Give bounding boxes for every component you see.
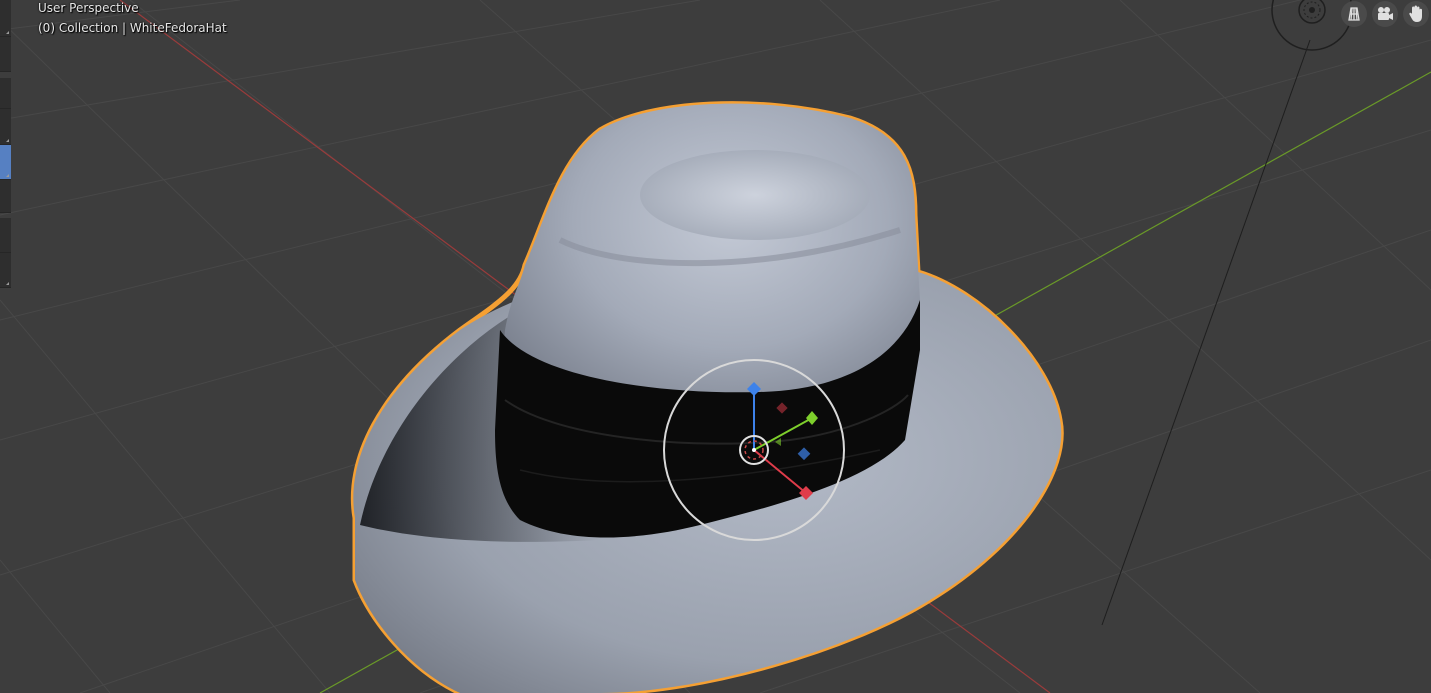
navigation-gizmo[interactable] (1271, 0, 1353, 51)
tool-button[interactable] (0, 218, 11, 253)
hat-model (350, 101, 1064, 693)
hand-pan-icon (1409, 5, 1422, 22)
grid-view-button[interactable] (1341, 1, 1367, 27)
camera-icon (1378, 7, 1393, 20)
tool-button[interactable] (0, 180, 11, 213)
tool-button[interactable] (0, 109, 11, 145)
tool-shelf (0, 0, 11, 290)
crown-dent (640, 150, 870, 240)
tool-button-active[interactable] (0, 145, 11, 180)
pan-view-button[interactable] (1403, 1, 1429, 27)
tool-button[interactable] (0, 37, 11, 72)
object-info-label: (0) Collection | WhiteFedoraHat (38, 21, 227, 35)
view-name-label: User Perspective (38, 1, 139, 15)
grid-view-icon (1348, 7, 1360, 21)
tool-button[interactable] (0, 0, 11, 37)
camera-view-button[interactable] (1372, 1, 1398, 27)
tool-button[interactable] (0, 78, 11, 109)
tool-button[interactable] (0, 253, 11, 288)
3d-viewport[interactable] (0, 0, 1431, 693)
